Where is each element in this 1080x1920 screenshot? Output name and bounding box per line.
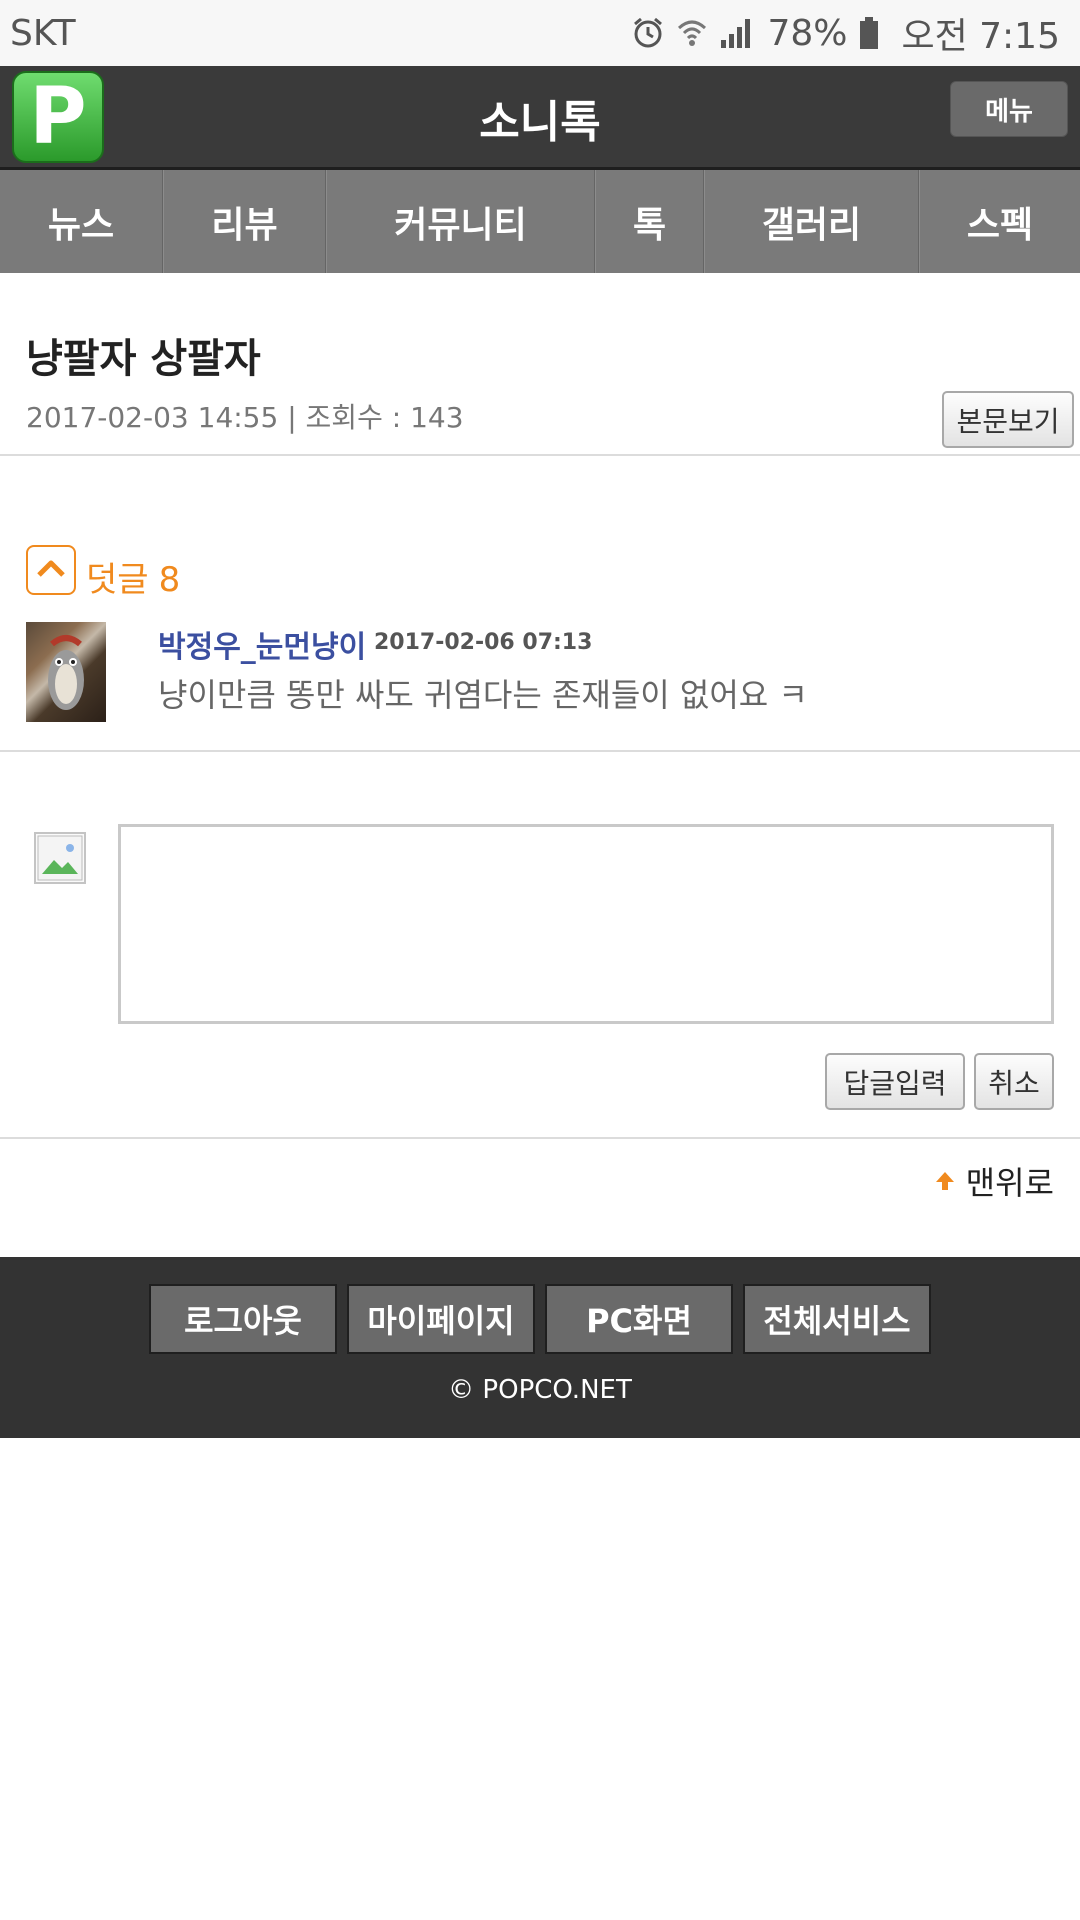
avatar[interactable]	[26, 622, 106, 722]
submit-reply-button[interactable]: 답글입력	[825, 1053, 965, 1110]
comments-count: 덧글 8	[86, 552, 180, 601]
mypage-button[interactable]: 마이페이지	[347, 1284, 535, 1354]
clock: 오전 7:15	[901, 16, 1060, 57]
pc-view-button[interactable]: PC화면	[545, 1284, 733, 1354]
nav-item-spec[interactable]: 스펙	[919, 170, 1080, 273]
footer-buttons: 로그아웃 마이페이지 PC화면 전체서비스	[0, 1284, 1080, 1354]
post-title: 냥팔자 상팔자	[26, 336, 261, 382]
carrier-label: SKT	[10, 12, 76, 54]
comments-label: 덧글	[86, 560, 149, 600]
divider	[0, 750, 1080, 752]
nav-item-review[interactable]: 리뷰	[163, 170, 326, 273]
wifi-icon	[677, 16, 707, 50]
arrow-up-icon	[934, 1162, 956, 1200]
page-title: 소니톡	[479, 97, 601, 148]
battery-icon	[859, 16, 879, 50]
comment-author[interactable]: 박정우_눈먼냥이	[158, 622, 366, 666]
nav-item-talk[interactable]: 톡	[595, 170, 704, 273]
copyright: © POPCO.NET	[448, 1375, 632, 1405]
menu-button[interactable]: 메뉴	[950, 81, 1068, 137]
comment-date: 2017-02-06 07:13	[374, 630, 593, 655]
view-body-button[interactable]: 본문보기	[942, 391, 1074, 448]
alarm-icon	[631, 16, 665, 50]
nav-item-community[interactable]: 커뮤니티	[326, 170, 595, 273]
comment-text: 냥이만큼 똥만 싸도 귀염다는 존재들이 없어요 ㅋ	[158, 676, 808, 714]
post-meta: 2017-02-03 14:55 | 조회수 : 143	[26, 401, 464, 434]
broken-image-icon	[34, 832, 86, 884]
chevron-up-icon	[36, 558, 66, 582]
cancel-button[interactable]: 취소	[974, 1053, 1054, 1110]
signal-icon	[719, 16, 753, 50]
footer: 로그아웃 마이페이지 PC화면 전체서비스 © POPCO.NET	[0, 1257, 1080, 1438]
logout-button[interactable]: 로그아웃	[149, 1284, 337, 1354]
status-bar: SKT 78% 오전 7:15	[0, 0, 1080, 66]
nav-item-gallery[interactable]: 갤러리	[704, 170, 919, 273]
app-header: P 소니톡 메뉴	[0, 66, 1080, 170]
status-icons: 78% 오전 7:15	[631, 7, 1060, 59]
all-services-button[interactable]: 전체서비스	[743, 1284, 931, 1354]
comments-number: 8	[158, 560, 181, 600]
divider	[0, 454, 1080, 456]
collapse-comments-button[interactable]	[26, 545, 76, 595]
reply-textarea[interactable]	[118, 824, 1054, 1024]
main-nav: 뉴스 리뷰 커뮤니티 톡 갤러리 스펙	[0, 170, 1080, 273]
back-to-top-link[interactable]: 맨위로	[934, 1158, 1054, 1204]
battery-percent: 78%	[767, 12, 848, 54]
back-to-top-label: 맨위로	[965, 1164, 1054, 1202]
nav-item-news[interactable]: 뉴스	[0, 170, 163, 273]
divider	[0, 1137, 1080, 1139]
